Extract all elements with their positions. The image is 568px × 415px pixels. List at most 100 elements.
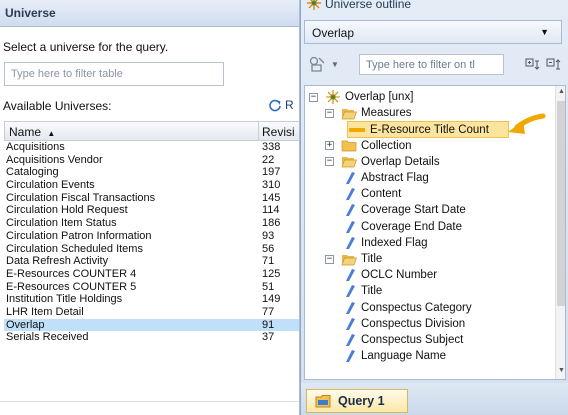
revision-cell: 51 (262, 280, 275, 293)
universe-name-cell: Acquisitions (6, 141, 65, 153)
universe-name-cell: Circulation Item Status (6, 217, 117, 230)
tree-node[interactable]: Language Name (343, 348, 446, 364)
tree-node[interactable]: Title (343, 283, 382, 299)
column-header-name[interactable]: Name ▲ (9, 125, 55, 139)
universe-table-body: Acquisitions 338 Acquisitions Vendor 22 Cata… (4, 141, 299, 344)
table-row[interactable]: LHR Item Detail 77 (4, 305, 299, 319)
table-row[interactable]: Circulation Patron Information 93 (4, 229, 299, 243)
table-row[interactable]: E-Resources COUNTER 5 51 (4, 280, 299, 294)
tree-node[interactable]: OCLC Number (343, 267, 437, 283)
universe-name-cell: Serials Received (6, 331, 89, 344)
collapse-node-icon[interactable]: − (325, 254, 334, 264)
universe-name-cell: Cataloging (6, 166, 59, 179)
table-row[interactable]: Acquisitions 338 (4, 141, 299, 154)
universe-table-header: Name ▲ Revisi (4, 121, 299, 141)
tree-node[interactable]: Conspectus Subject (343, 332, 463, 348)
tree-node[interactable]: E-Resource Title Count (347, 121, 509, 139)
revision-cell: 338 (262, 141, 281, 153)
object-filter-input[interactable] (359, 54, 504, 75)
revision-cell: 310 (262, 179, 281, 192)
refresh-label: R (285, 98, 294, 112)
dimension-icon (343, 349, 357, 363)
tree-node[interactable]: Collection (341, 138, 412, 154)
scroll-thumb[interactable] (557, 101, 565, 306)
revision-cell: 77 (262, 305, 275, 318)
revision-cell: 125 (262, 267, 281, 280)
outline-titlebar: Universe outline (301, 0, 568, 14)
collapse-all-icon[interactable] (546, 57, 562, 71)
folder-open-icon (341, 107, 357, 120)
table-row[interactable]: Serials Received 37 (4, 331, 299, 344)
table-row[interactable]: Data Refresh Activity 71 (4, 255, 299, 268)
table-row[interactable]: Circulation Item Status 186 (4, 217, 299, 230)
collapse-node-icon[interactable]: − (309, 92, 318, 102)
query-tab-bar: Query 1 (301, 383, 568, 415)
collapse-node-icon[interactable]: − (325, 108, 334, 118)
tree-node[interactable]: Overlap Details (341, 154, 440, 170)
tree-node[interactable]: Coverage Start Date (343, 202, 466, 218)
object-type-filter-button[interactable]: ▼ (308, 54, 346, 74)
tree-node[interactable]: Abstract Flag (343, 170, 429, 186)
expand-all-icon[interactable] (525, 57, 541, 71)
query-tab-label: Query 1 (338, 394, 385, 408)
tree-node-label: Title (361, 253, 383, 265)
table-row[interactable]: E-Resources COUNTER 4 125 (4, 267, 299, 281)
expand-node-icon[interactable]: + (325, 141, 334, 151)
tree-node-label: Measures (361, 107, 412, 120)
tree-node[interactable]: Coverage End Date (343, 219, 462, 235)
revision-cell: 37 (262, 331, 275, 344)
revision-cell: 22 (262, 153, 275, 166)
universe-filter-input[interactable] (4, 62, 224, 86)
universe-name-cell: Acquisitions Vendor (6, 153, 103, 166)
collapse-node-icon[interactable]: − (325, 157, 334, 167)
universe-name-cell: Circulation Hold Request (6, 204, 128, 217)
tree-node[interactable]: Indexed Flag (343, 235, 428, 251)
chevron-down-icon: ▼ (331, 59, 339, 69)
tree-node[interactable]: Title (341, 251, 382, 267)
column-header-revision[interactable]: Revisi (258, 125, 295, 139)
scroll-up-icon[interactable]: ▲ (556, 88, 565, 95)
universe-name-cell: Institution Title Holdings (6, 293, 123, 306)
universe-panel-footer (0, 401, 299, 415)
table-row[interactable]: Circulation Scheduled Items 56 (4, 242, 299, 256)
table-row[interactable]: Overlap 91 (4, 318, 299, 332)
query-tab[interactable]: Query 1 (306, 389, 408, 413)
tree-node-label: Coverage End Date (361, 220, 463, 233)
table-row[interactable]: Circulation Events 310 (4, 179, 299, 192)
dimension-icon (343, 171, 357, 185)
refresh-button[interactable]: R (268, 96, 299, 114)
available-universes-label: Available Universes: (3, 99, 112, 113)
tree-node[interactable]: Content (343, 186, 401, 202)
universe-dropdown[interactable]: Overlap ▼ (304, 20, 562, 44)
universe-name-cell: Overlap (6, 318, 45, 331)
universe-name-cell: Circulation Scheduled Items (6, 242, 143, 255)
universe-panel-title: Universe (5, 6, 56, 20)
scroll-down-icon[interactable]: ▼ (556, 367, 565, 374)
measure-icon (348, 125, 366, 135)
table-row[interactable]: Circulation Hold Request 114 (4, 204, 299, 217)
tree-node[interactable]: Overlap [unx] (325, 89, 413, 105)
tree-node[interactable]: Conspectus Category (343, 300, 472, 316)
tree-node-label: E-Resource Title Count (370, 123, 489, 136)
tree-node[interactable]: Measures (341, 105, 412, 121)
dimension-icon (343, 220, 357, 234)
folder-icon (341, 139, 357, 152)
dimension-icon (343, 333, 357, 347)
dimension-icon (343, 284, 357, 298)
chevron-down-icon: ▼ (540, 27, 549, 37)
dimension-icon (343, 203, 357, 217)
tree-node-label: Language Name (361, 350, 447, 363)
tree-scrollbar[interactable]: ▲ ▼ (555, 86, 565, 379)
callout-arrow-icon (508, 113, 546, 134)
shapes-icon (309, 56, 325, 72)
table-row[interactable]: Institution Title Holdings 149 (4, 293, 299, 306)
revision-cell: 114 (262, 204, 280, 217)
table-row[interactable]: Circulation Fiscal Transactions 145 (4, 192, 299, 205)
universe-name-cell: LHR Item Detail (6, 305, 84, 318)
dimension-icon (343, 301, 357, 315)
table-row[interactable]: Cataloging 197 (4, 166, 299, 179)
table-row[interactable]: Acquisitions Vendor 22 (4, 153, 299, 167)
revision-cell: 93 (262, 229, 275, 242)
revision-cell: 91 (262, 318, 275, 331)
tree-node[interactable]: Conspectus Division (343, 316, 465, 332)
